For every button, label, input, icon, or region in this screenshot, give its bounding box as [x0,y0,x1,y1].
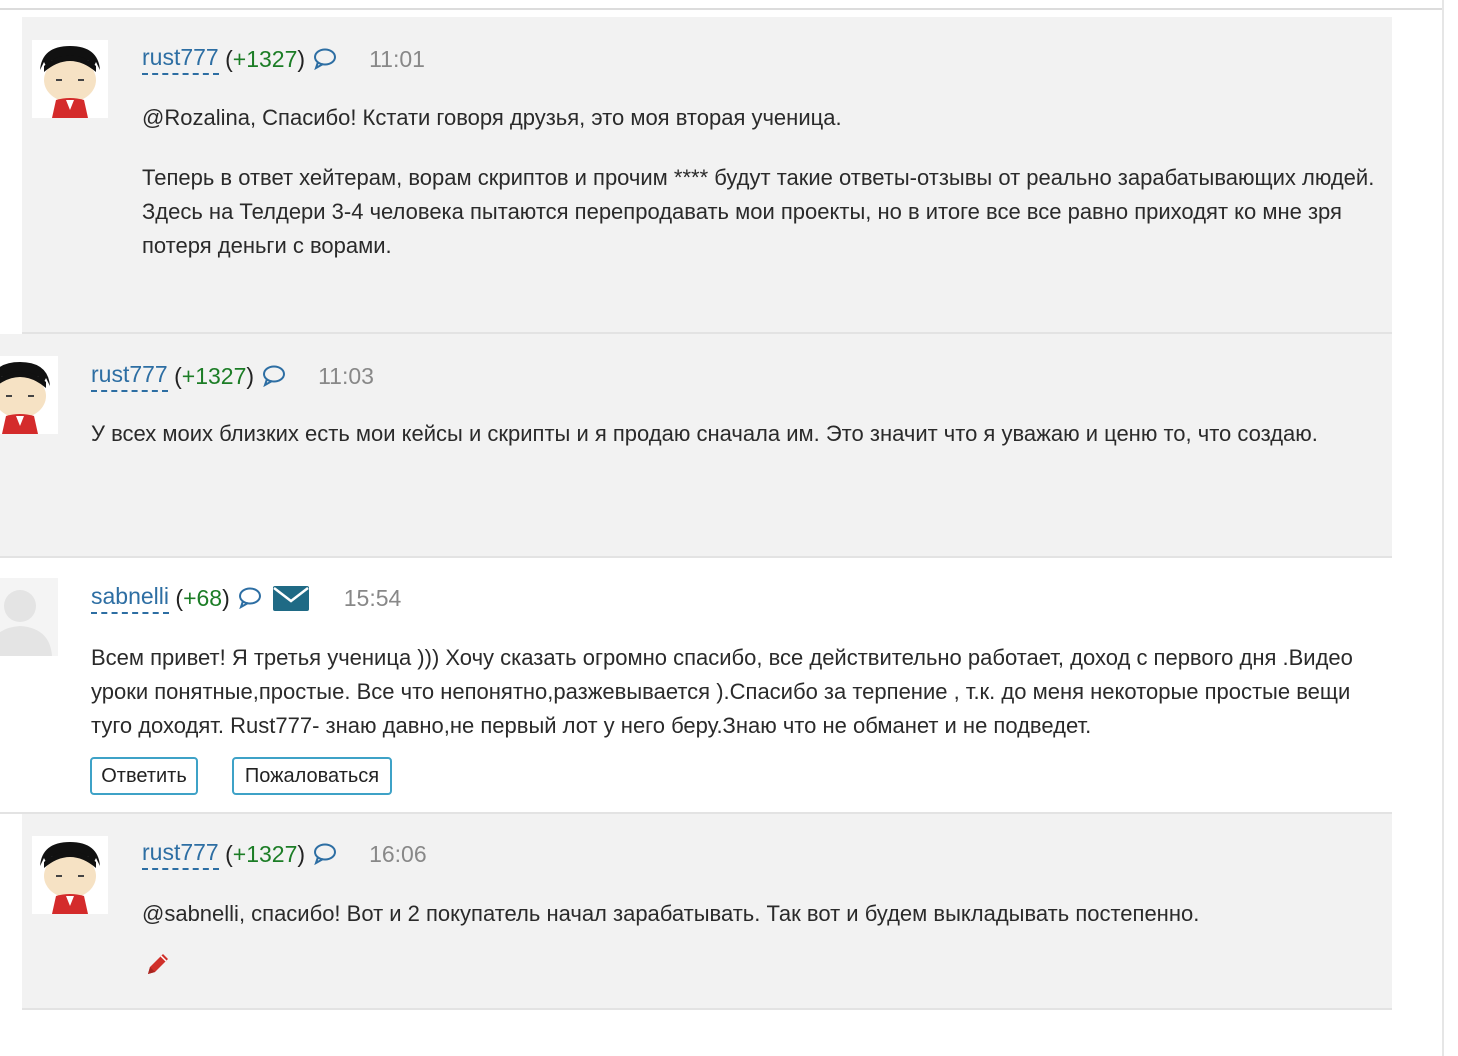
comment-body: @Rozalina, Спасибо! Кстати говоря друзья… [142,101,1382,263]
comment-paragraph: Всем привет! Я третья ученица ))) Хочу с… [91,645,1353,738]
report-button[interactable]: Пожаловаться [232,757,392,795]
user-avatar[interactable] [0,356,58,434]
user-rating: +1327 [232,45,298,72]
envelope-icon[interactable] [272,584,310,612]
user-avatar[interactable] [0,578,58,656]
user-rating: +1327 [181,362,247,389]
user-rating: +68 [183,584,223,611]
comment-header: rust777 (+1327) 11:01 [142,39,425,79]
comment-header: rust777 (+1327) 16:06 [142,834,427,874]
speech-bubble-icon[interactable] [313,48,337,70]
comment-1: rust777 (+1327) 11:01 @Rozalina, Спасибо… [22,17,1392,334]
user-rating: +1327 [232,840,298,867]
scrollbar-track[interactable] [1442,0,1458,1056]
comment-2: rust777 (+1327) 11:03 У всех моих близки… [0,334,1392,558]
username-link[interactable]: rust777 [142,839,219,870]
pencil-icon[interactable] [144,950,172,978]
comment-time: 16:06 [369,840,427,867]
username-link[interactable]: rust777 [142,44,219,75]
comment-paragraph: У всех моих близких есть мои кейсы и скр… [91,421,1318,446]
comment-4: rust777 (+1327) 16:06 @sabnelli, спасибо… [22,814,1392,1010]
top-divider [0,8,1442,10]
speech-bubble-icon[interactable] [262,365,286,387]
comment-paragraph: @Rozalina, Спасибо! Кстати говоря друзья… [142,105,842,130]
username-link[interactable]: sabnelli [91,583,169,614]
user-avatar[interactable] [32,40,108,118]
comment-body: @sabnelli, спасибо! Вот и 2 покупатель н… [142,897,1382,931]
username-link[interactable]: rust777 [91,361,168,392]
comment-time: 11:03 [318,362,374,389]
comment-3: sabnelli (+68) 15:54 Всем привет! Я трет… [0,558,1392,814]
speech-bubble-icon[interactable] [238,587,262,609]
reply-button[interactable]: Ответить [90,757,198,795]
comment-paragraph: @sabnelli, спасибо! Вот и 2 покупатель н… [142,901,1200,926]
comment-paragraph: Теперь в ответ хейтерам, ворам скриптов … [142,165,1375,258]
comment-header: sabnelli (+68) 15:54 [91,578,401,618]
comment-time: 15:54 [343,584,402,611]
comment-header: rust777 (+1327) 11:03 [91,356,374,396]
comment-body: Всем привет! Я третья ученица ))) Хочу с… [91,641,1386,743]
speech-bubble-icon[interactable] [313,843,337,865]
comment-time: 11:01 [369,45,425,72]
user-avatar[interactable] [32,836,108,914]
comment-body: У всех моих близких есть мои кейсы и скр… [91,417,1361,451]
